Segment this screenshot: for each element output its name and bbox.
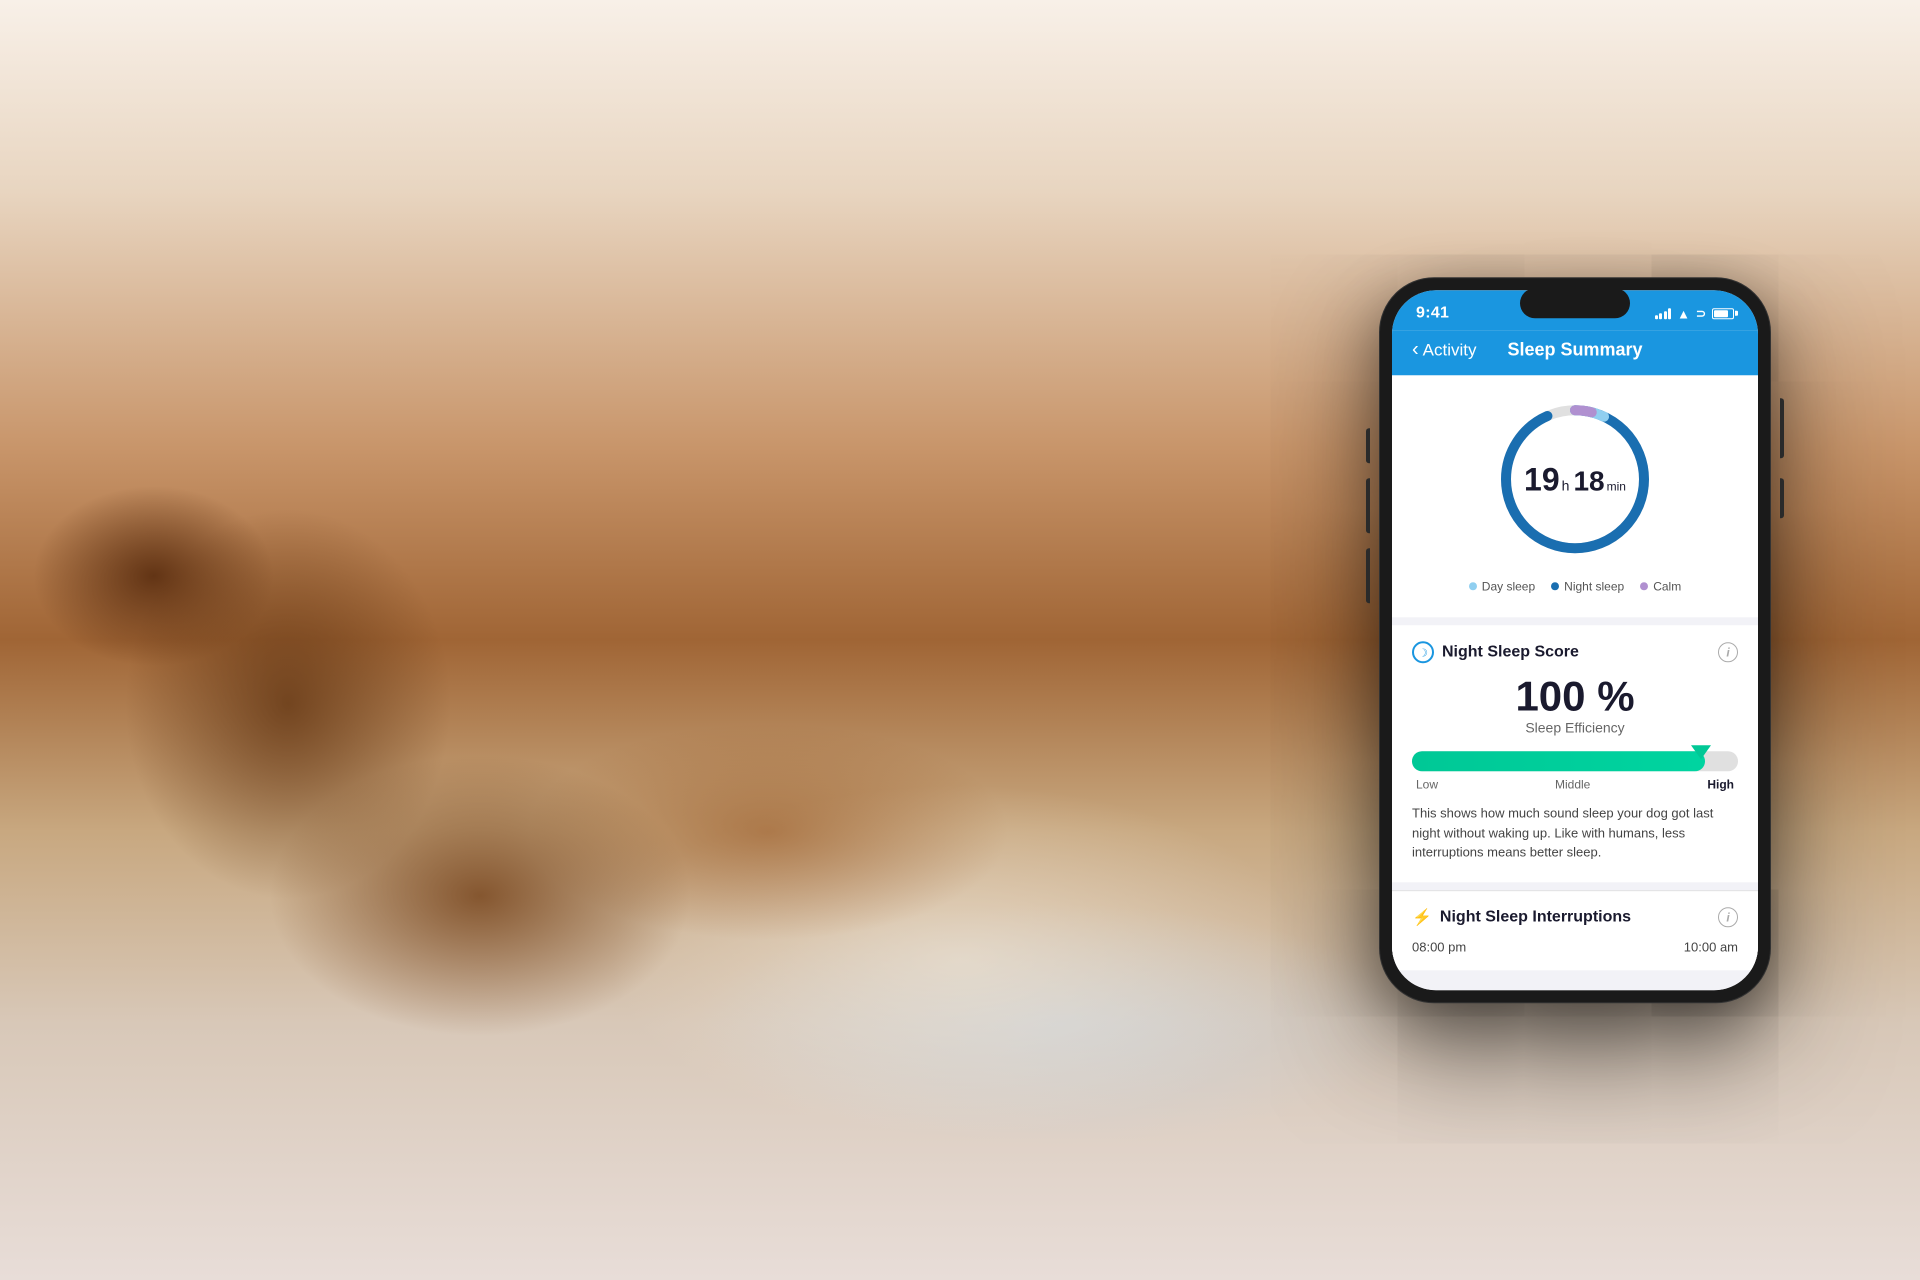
back-label: Activity: [1423, 340, 1477, 360]
volume-up-button: [1780, 478, 1784, 518]
calm-dot: [1640, 582, 1648, 590]
legend-night-sleep: Night sleep: [1551, 579, 1624, 593]
sleep-hours: 19: [1524, 463, 1560, 495]
volume-down-button: [1366, 478, 1370, 533]
progress-indicator-arrow: [1691, 745, 1711, 759]
sleep-circle-section: 19 h 18 min Day sleep: [1392, 375, 1758, 617]
lightning-icon: ⚡: [1412, 907, 1432, 927]
volume-up-left-button: [1366, 548, 1370, 603]
progress-labels: Low Middle High: [1412, 777, 1738, 791]
circle-time-display: 19 h 18 min: [1524, 463, 1626, 495]
interruptions-card: ⚡ Night Sleep Interruptions i 08:00 pm 1…: [1392, 891, 1758, 970]
back-button[interactable]: ‹ Activity: [1412, 338, 1477, 361]
phone-mockup: 9:41 ▲ ⊃ ‹: [1380, 278, 1800, 1002]
signal-icon: [1655, 307, 1672, 319]
score-card-header: ☽ Night Sleep Score i: [1412, 641, 1738, 663]
interruptions-title: Night Sleep Interruptions: [1440, 908, 1631, 926]
wifi-wave-icon: ⊃: [1696, 306, 1706, 320]
wifi-icon: ▲: [1677, 306, 1690, 321]
sleep-minutes: 18: [1573, 467, 1604, 495]
progress-label-low: Low: [1416, 777, 1438, 791]
calm-label: Calm: [1653, 579, 1681, 593]
progress-label-middle: Middle: [1555, 777, 1590, 791]
interruptions-title-row: ⚡ Night Sleep Interruptions: [1412, 907, 1631, 927]
sleep-score-card: ☽ Night Sleep Score i 100 % Sleep Effici…: [1392, 625, 1758, 882]
score-card-title: Night Sleep Score: [1442, 643, 1579, 661]
content-area: 19 h 18 min Day sleep: [1392, 375, 1758, 990]
interruptions-start-time: 08:00 pm: [1412, 939, 1466, 954]
progress-bar-track: [1412, 751, 1738, 771]
status-icons: ▲ ⊃: [1655, 306, 1734, 321]
day-sleep-dot: [1469, 582, 1477, 590]
sleep-legend: Day sleep Night sleep Calm: [1469, 579, 1681, 593]
phone-screen: 9:41 ▲ ⊃ ‹: [1392, 290, 1758, 990]
hours-unit: h: [1562, 478, 1570, 492]
day-sleep-label: Day sleep: [1482, 579, 1535, 593]
info-icon[interactable]: i: [1718, 642, 1738, 662]
status-time: 9:41: [1416, 304, 1449, 322]
interruptions-header: ⚡ Night Sleep Interruptions i: [1412, 907, 1738, 927]
interruptions-info-icon[interactable]: i: [1718, 907, 1738, 927]
sleep-circle: 19 h 18 min: [1495, 399, 1655, 559]
sleep-score-value: 100 %: [1412, 675, 1738, 717]
score-title-row: ☽ Night Sleep Score: [1412, 641, 1579, 663]
interruptions-end-time: 10:00 am: [1684, 939, 1738, 954]
battery-icon: [1712, 308, 1734, 319]
nav-title: Sleep Summary: [1507, 339, 1642, 360]
progress-bar-fill: [1412, 751, 1705, 771]
interruptions-times: 08:00 pm 10:00 am: [1412, 939, 1738, 954]
progress-bar-section: Low Middle High: [1412, 751, 1738, 791]
dynamic-island: [1520, 288, 1630, 318]
moon-score-icon: ☽: [1412, 641, 1434, 663]
back-arrow-icon: ‹: [1412, 338, 1419, 361]
mute-button: [1366, 428, 1370, 463]
power-button: [1780, 398, 1784, 458]
legend-calm: Calm: [1640, 579, 1681, 593]
score-description: This shows how much sound sleep your dog…: [1412, 803, 1738, 862]
phone-frame: 9:41 ▲ ⊃ ‹: [1380, 278, 1770, 1002]
sleep-score-sublabel: Sleep Efficiency: [1412, 719, 1738, 735]
legend-day-sleep: Day sleep: [1469, 579, 1535, 593]
night-sleep-dot: [1551, 582, 1559, 590]
progress-label-high: High: [1707, 777, 1734, 791]
minutes-unit: min: [1607, 480, 1626, 492]
navigation-bar: ‹ Activity Sleep Summary: [1392, 330, 1758, 375]
night-sleep-label: Night sleep: [1564, 579, 1624, 593]
